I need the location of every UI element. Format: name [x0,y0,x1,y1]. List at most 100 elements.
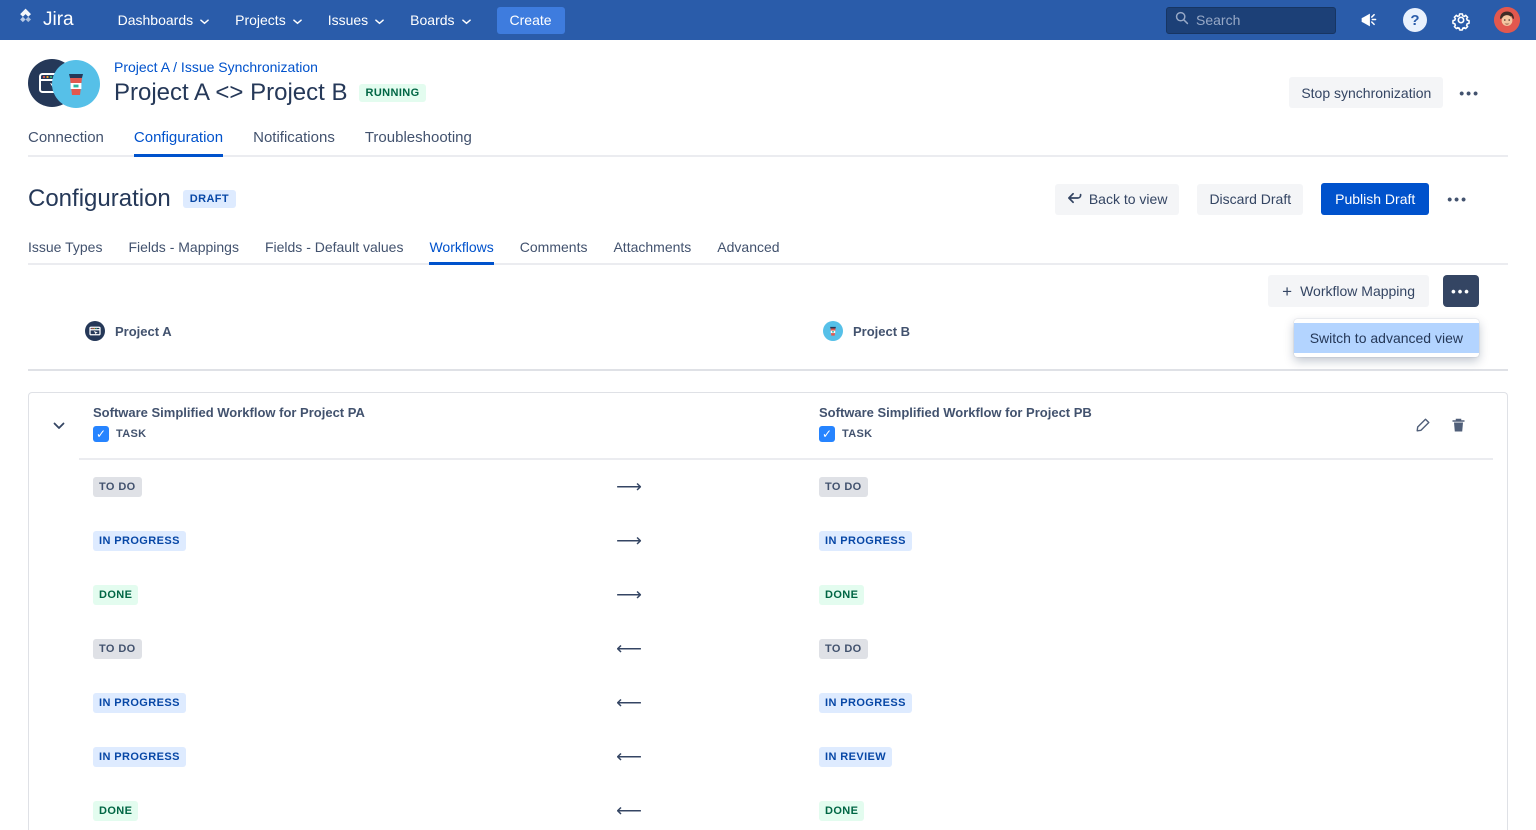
nav-item-label: Issues [328,12,368,28]
mapping-row: IN PROGRESS ⟵ IN REVIEW [29,730,1507,784]
nav-item-label: Dashboards [118,12,194,28]
status-badge-in-progress: IN PROGRESS [93,531,186,551]
draft-badge: DRAFT [183,190,236,208]
main-tabs: Connection Configuration Notifications Trou… [28,129,1508,157]
subtab-fields-mappings[interactable]: Fields - Mappings [128,239,239,263]
collapse-chevron-icon[interactable] [53,417,65,435]
nav-item-boards[interactable]: Boards [400,6,480,34]
workflows-more-button[interactable]: ••• [1443,275,1479,307]
subtab-attachments[interactable]: Attachments [613,239,691,263]
discard-draft-button[interactable]: Discard Draft [1197,184,1303,215]
right-status-cell: DONE [819,585,864,605]
nav-right: ? [1166,7,1520,34]
configuration-more-button[interactable]: ••• [1447,191,1468,207]
help-icon[interactable]: ? [1402,7,1428,33]
right-status-cell: IN PROGRESS [819,693,912,713]
subtab-workflows[interactable]: Workflows [429,239,493,263]
mapping-row: IN PROGRESS ⟶ IN PROGRESS [29,514,1507,568]
direction-right-arrow-icon: ⟶ [616,531,642,552]
delete-trash-icon[interactable] [1451,417,1467,433]
plus-icon: + [1282,283,1292,300]
back-to-view-label: Back to view [1089,191,1168,207]
right-status-cell: TO DO [819,639,868,659]
direction-right-arrow-icon: ⟶ [616,477,642,498]
menu-item-switch-to-advanced-view[interactable]: Switch to advanced view [1294,323,1479,353]
chevron-down-icon [200,12,209,28]
project-b-avatar [52,60,100,108]
search-icon [1175,11,1189,30]
direction-left-arrow-icon: ⟵ [616,747,642,768]
edit-pencil-icon[interactable] [1415,417,1431,433]
breadcrumb[interactable]: Project A / Issue Synchronization [114,59,318,75]
status-badge-done: DONE [819,585,864,605]
project-avatars [28,59,100,109]
left-project-header: Project A [85,321,172,341]
tab-configuration[interactable]: Configuration [134,129,223,155]
nav-item-projects[interactable]: Projects [225,6,312,34]
tab-connection[interactable]: Connection [28,129,104,155]
stop-synchronization-button[interactable]: Stop synchronization [1289,77,1443,108]
mapping-rows: TO DO⟶TO DOIN PROGRESS⟶IN PROGRESSDONE⟶D… [29,460,1507,830]
workflow-mapping-card: Software Simplified Workflow for Project… [28,392,1508,830]
status-badge-to-do: TO DO [93,477,142,497]
settings-gear-icon[interactable] [1448,7,1474,33]
add-workflow-mapping-button[interactable]: + Workflow Mapping [1268,275,1429,307]
mapping-row: DONE⟵DONE [29,784,1507,830]
sync-header: Project A / Issue Synchronization Projec… [28,40,1508,109]
publish-draft-button[interactable]: Publish Draft [1321,183,1429,215]
status-badge-in-progress: IN PROGRESS [819,693,912,713]
status-badge-in-progress: IN PROGRESS [93,693,186,713]
left-status-cell: IN PROGRESS [93,531,186,551]
right-status-cell: IN PROGRESS [819,531,912,551]
chevron-down-icon [293,12,302,28]
announcements-icon[interactable] [1356,7,1382,33]
header-more-button[interactable]: ••• [1459,85,1480,101]
user-avatar[interactable] [1494,7,1520,33]
left-task-checkbox[interactable]: ✓ [93,426,109,442]
status-badge-in-review: IN REVIEW [819,747,892,767]
back-to-view-button[interactable]: Back to view [1055,184,1180,215]
search-input[interactable] [1196,12,1316,28]
status-badge-done: DONE [819,801,864,821]
create-button[interactable]: Create [497,7,565,34]
jira-brand-text: Jira [43,9,74,31]
top-navbar: Jira Dashboards Projects Issues Boards Crea… [0,0,1536,40]
mapping-row: TO DO ⟵ TO DO [29,622,1507,676]
subtab-advanced[interactable]: Advanced [717,239,779,263]
left-status-cell: TO DO [93,639,142,659]
status-badge-in-progress: IN PROGRESS [819,531,912,551]
status-badge-in-progress: IN PROGRESS [93,747,186,767]
configuration-title: Configuration [28,185,171,213]
direction-left-arrow-icon: ⟵ [616,801,642,822]
left-status-cell: TO DO [93,477,142,497]
workflows-toolbar: + Workflow Mapping ••• Switch to advance… [28,275,1508,307]
status-badge-to-do: TO DO [93,639,142,659]
right-task-checkbox[interactable]: ✓ [819,426,835,442]
chevron-down-icon [375,12,384,28]
configuration-header: Configuration DRAFT Back to view Discard… [28,183,1508,215]
status-badge-done: DONE [93,585,138,605]
direction-left-arrow-icon: ⟵ [616,639,642,660]
right-project-label: Project B [853,324,910,339]
right-task-label: TASK [842,428,872,440]
subtab-issue-types[interactable]: Issue Types [28,239,102,263]
left-status-cell: IN PROGRESS [93,693,186,713]
direction-left-arrow-icon: ⟵ [616,693,642,714]
search-box [1166,7,1336,34]
nav-item-dashboards[interactable]: Dashboards [108,6,220,34]
nav-menu: Dashboards Projects Issues Boards [108,6,481,34]
mapping-row: TO DO ⟶ TO DO [29,460,1507,514]
status-badge-to-do: TO DO [819,477,868,497]
tab-notifications[interactable]: Notifications [253,129,335,155]
mapping-table-header: Project A Project B [28,307,1508,371]
jira-logo[interactable]: Jira [16,7,74,33]
subtab-comments[interactable]: Comments [520,239,588,263]
right-workflow-block: Software Simplified Workflow for Project… [819,405,1092,442]
nav-item-label: Boards [410,12,454,28]
subtab-fields-default-values[interactable]: Fields - Default values [265,239,404,263]
left-workflow-block: Software Simplified Workflow for Project… [93,405,365,442]
left-project-label: Project A [115,324,172,339]
nav-item-label: Projects [235,12,286,28]
tab-troubleshooting[interactable]: Troubleshooting [365,129,472,155]
nav-item-issues[interactable]: Issues [318,6,394,34]
